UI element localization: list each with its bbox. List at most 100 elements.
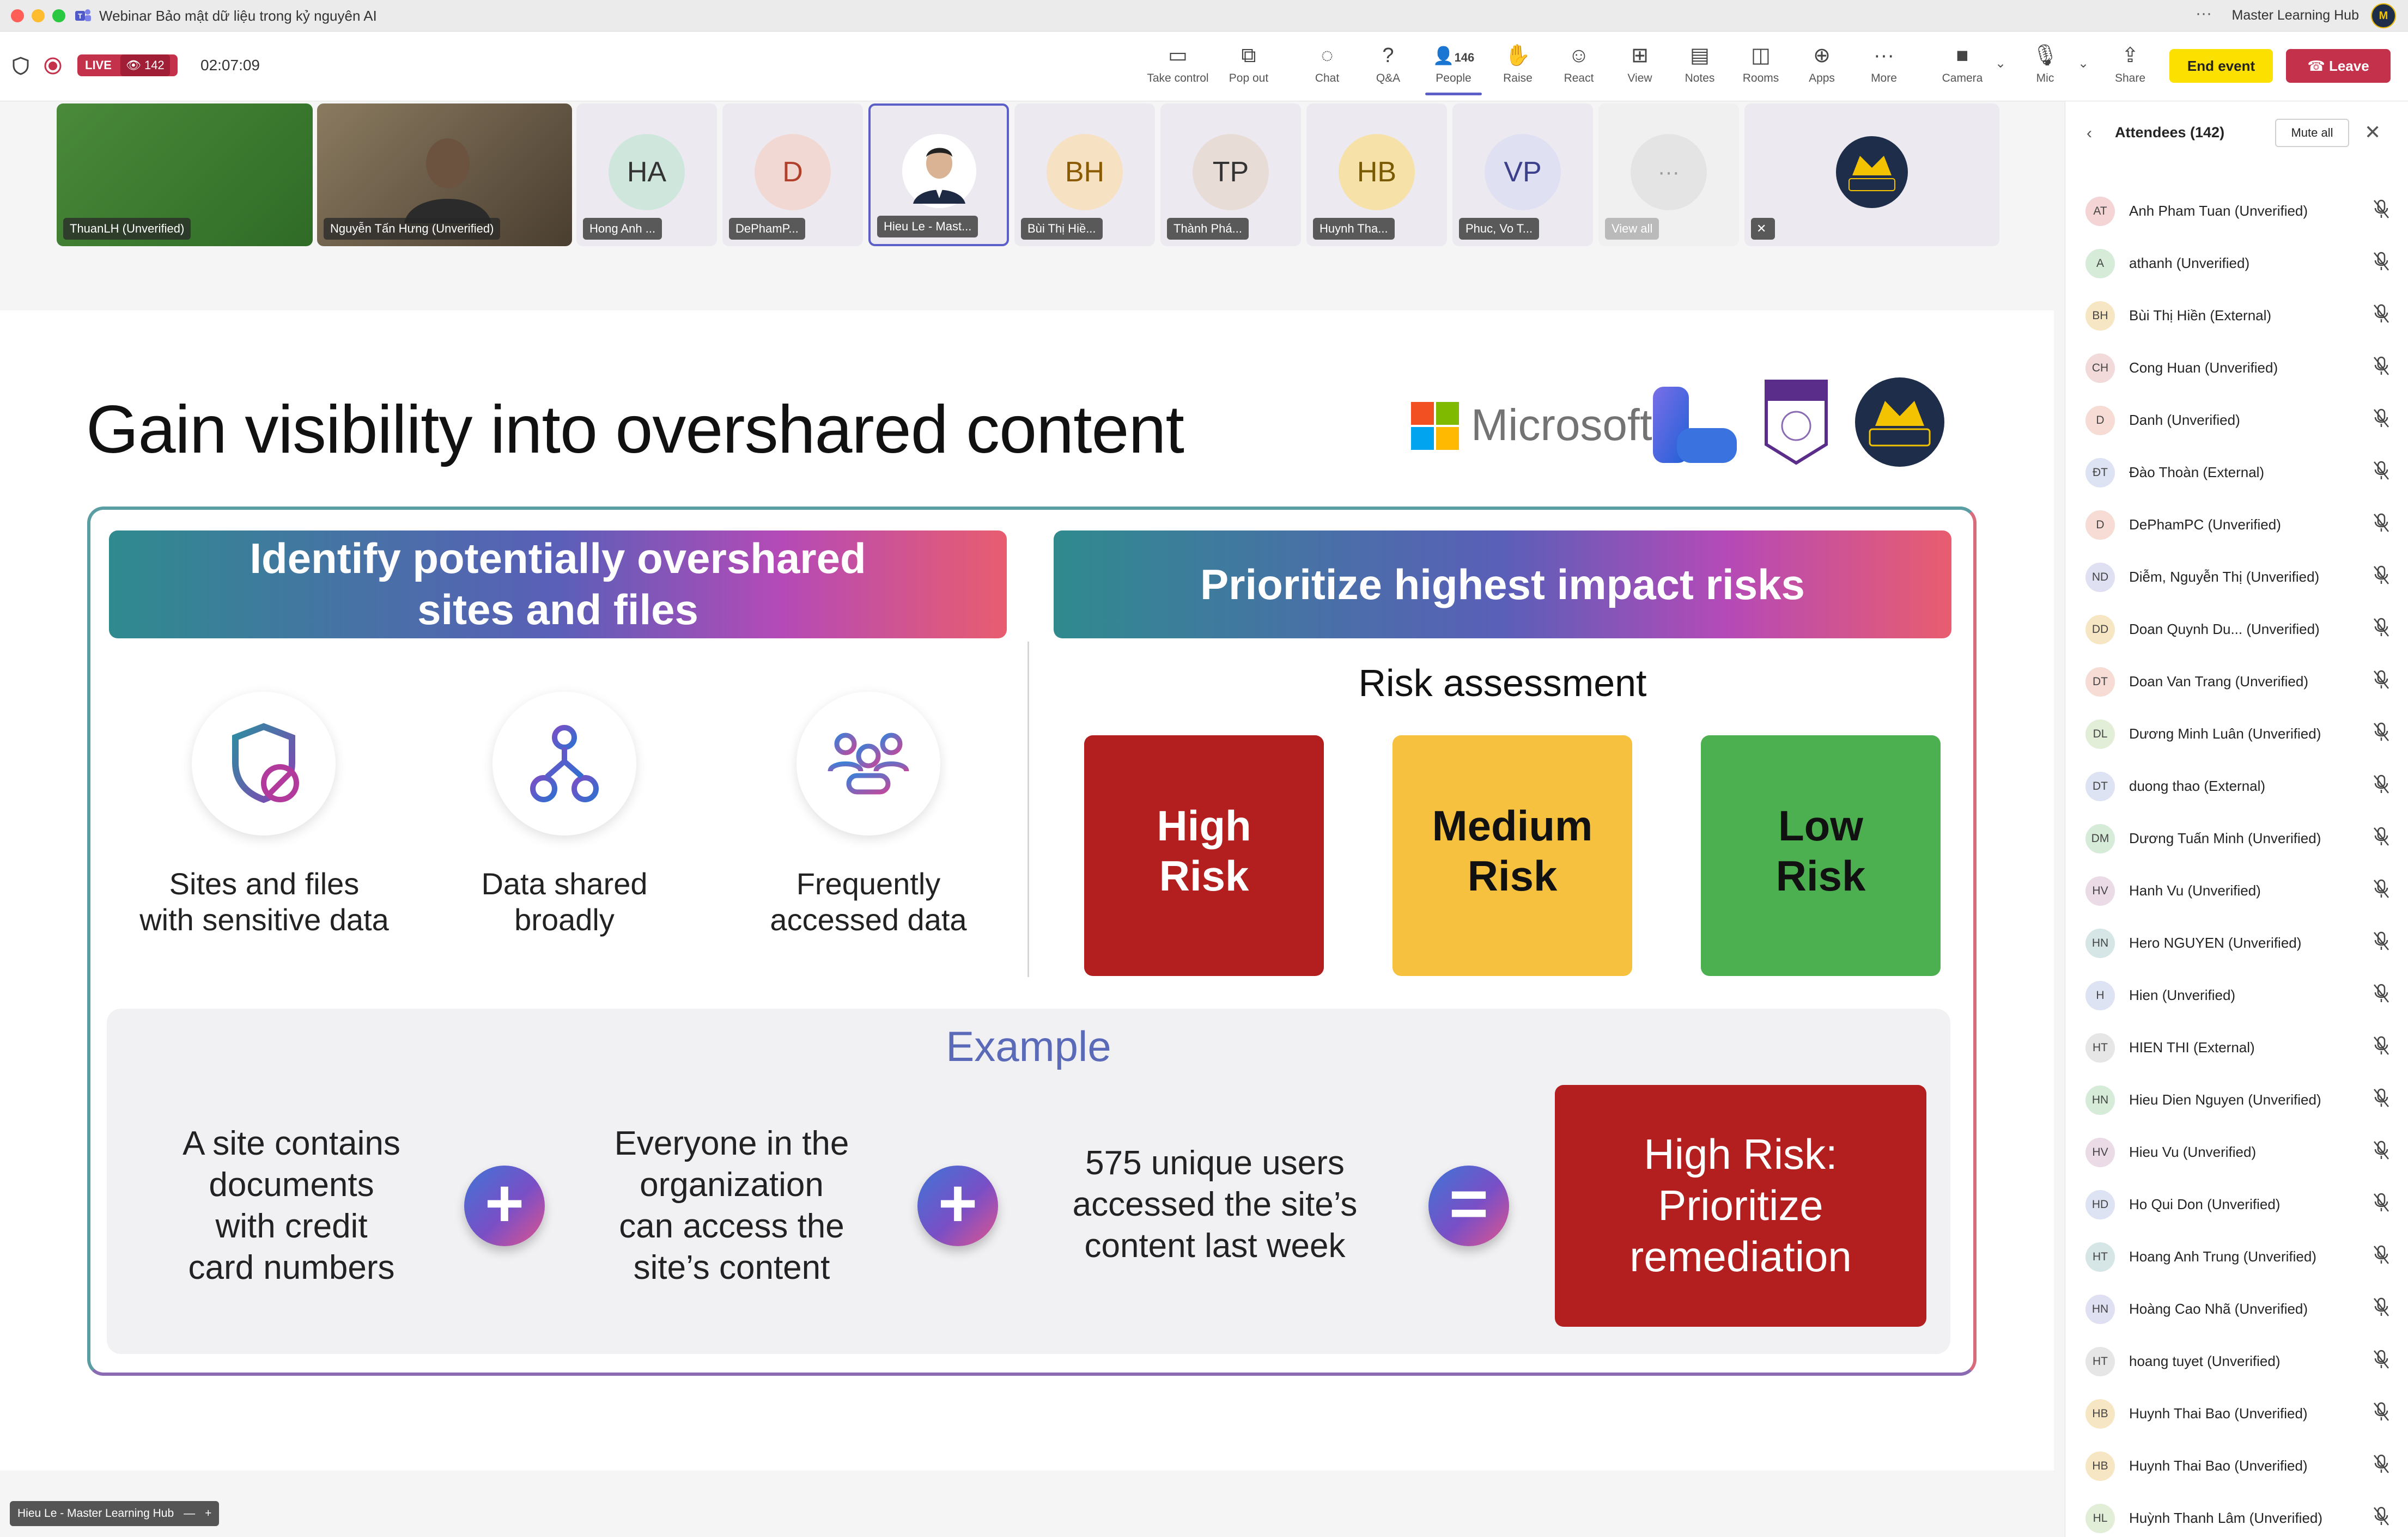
mic-off-icon[interactable] (2372, 1244, 2391, 1266)
close-window-button[interactable] (11, 9, 24, 22)
attendee-row[interactable]: HN Hero NGUYEN (Unverified) (2085, 927, 2391, 960)
attendee-avatar: BH (2085, 301, 2115, 331)
maximize-window-button[interactable] (52, 9, 65, 22)
attendee-row[interactable]: DM Dương Tuấn Minh (Unverified) (2085, 822, 2391, 855)
view-all-tile[interactable]: ··· View all (1598, 103, 1739, 246)
close-panel-icon[interactable]: ✕ (2364, 121, 2381, 144)
attendee-row[interactable]: H Hien (Unverified) (2085, 979, 2391, 1012)
pop-out-button[interactable]: ⧉ Pop out (1216, 42, 1281, 85)
attendee-row[interactable]: ND Diễm, Nguyễn Thị (Unverified) (2085, 561, 2391, 594)
attendees-title: Attendees (142) (2115, 124, 2225, 141)
attendee-row[interactable]: HN Hoàng Cao Nhã (Unverified) (2085, 1293, 2391, 1326)
attendee-row[interactable]: D DePhamPC (Unverified) (2085, 509, 2391, 541)
mic-off-icon[interactable] (2372, 773, 2391, 795)
participant-tile[interactable]: D DePhamP... (722, 103, 863, 246)
mic-off-icon[interactable] (2372, 669, 2391, 691)
mic-off-icon[interactable] (2372, 1035, 2391, 1057)
participant-tile[interactable]: TP Thành Phá... (1160, 103, 1301, 246)
mic-button[interactable]: 🎙 Mic (2012, 42, 2078, 85)
mute-all-button[interactable]: Mute all (2275, 119, 2349, 147)
plus-operator: + (464, 1166, 545, 1246)
attendee-row[interactable]: HB Huynh Thai Bao (Unverified) (2085, 1398, 2391, 1430)
mic-off-icon[interactable] (2372, 1192, 2391, 1213)
qa-button[interactable]: ? Q&A (1355, 42, 1421, 85)
attendee-row[interactable]: AT Anh Pham Tuan (Unverified) (2085, 195, 2391, 228)
presenter-label[interactable]: Hieu Le - Master Learning Hub — + (10, 1501, 220, 1526)
mic-off-icon[interactable] (2372, 1296, 2391, 1318)
minimize-icon[interactable]: — (184, 1501, 195, 1526)
mic-off-icon[interactable] (2372, 355, 2391, 377)
mic-off-icon[interactable] (2372, 1087, 2391, 1109)
attendee-row[interactable]: D Danh (Unverified) (2085, 404, 2391, 437)
attendee-row[interactable]: HB Huynh Thai Bao (Unverified) (2085, 1450, 2391, 1483)
chat-icon: ◌ (1321, 44, 1334, 67)
attendee-row[interactable]: DT Doan Van Trang (Unverified) (2085, 666, 2391, 698)
attendee-row[interactable]: HD Ho Qui Don (Unverified) (2085, 1188, 2391, 1221)
attendee-row[interactable]: HT hoang tuyet (Unverified) (2085, 1345, 2391, 1378)
attendee-row[interactable]: BH Bùi Thị Hiền (External) (2085, 300, 2391, 332)
attendee-row[interactable]: DD Doan Quynh Du... (Unverified) (2085, 613, 2391, 646)
mic-off-icon[interactable] (2372, 1453, 2391, 1475)
mic-off-icon[interactable] (2372, 460, 2391, 481)
raise-hand-button[interactable]: ✋ Raise (1485, 42, 1550, 85)
participant-tile[interactable]: BH Bùi Thị Hiề... (1014, 103, 1155, 246)
participant-tile-active-speaker[interactable]: Hieu Le - Mast... (868, 103, 1009, 246)
end-event-button[interactable]: End event (2169, 49, 2273, 83)
more-options-icon[interactable]: ··· (2196, 4, 2212, 23)
participant-tile[interactable]: HA Hong Anh ... (576, 103, 717, 246)
mic-off-icon[interactable] (2372, 198, 2391, 220)
minimize-window-button[interactable] (32, 9, 45, 22)
attendee-row[interactable]: HV Hanh Vu (Unverified) (2085, 875, 2391, 907)
leave-button[interactable]: ☎ Leave (2286, 49, 2391, 83)
take-control-button[interactable]: ▭ Take control (1145, 42, 1211, 85)
mic-off-icon: 🎙 (2032, 44, 2059, 67)
mic-off-icon[interactable] (2372, 251, 2391, 272)
attendee-row[interactable]: CH Cong Huan (Unverified) (2085, 352, 2391, 385)
attendee-row[interactable]: HT HIEN THI (External) (2085, 1032, 2391, 1064)
participant-tile[interactable]: HB Huynh Tha... (1306, 103, 1447, 246)
notes-button[interactable]: ▤ Notes (1667, 42, 1732, 85)
mic-off-icon[interactable] (2372, 564, 2391, 586)
mic-off-icon[interactable] (2372, 512, 2391, 534)
shield-icon[interactable] (12, 57, 29, 75)
participant-tile[interactable]: VP Phuc, Vo T... (1452, 103, 1593, 246)
attendee-row[interactable]: HL Huỳnh Thanh Lâm (Unverified) (2085, 1502, 2391, 1535)
people-button[interactable]: 👤146 People (1421, 42, 1486, 85)
account-avatar[interactable]: M (2371, 3, 2396, 28)
mic-off-icon[interactable] (2372, 878, 2391, 900)
attendee-row[interactable]: HN Hieu Dien Nguyen (Unverified) (2085, 1084, 2391, 1117)
mic-off-icon[interactable] (2372, 930, 2391, 952)
mic-off-icon[interactable] (2372, 1505, 2391, 1527)
camera-options-chevron-icon[interactable]: ⌄ (1995, 56, 2006, 71)
view-button[interactable]: ⊞ View (1607, 42, 1673, 85)
share-button[interactable]: ⇪ Share (2097, 42, 2163, 85)
mic-off-icon[interactable] (2372, 1349, 2391, 1370)
attendee-row[interactable]: DT duong thao (External) (2085, 770, 2391, 803)
attendee-row[interactable]: HT Hoang Anh Trung (Unverified) (2085, 1241, 2391, 1273)
mic-options-chevron-icon[interactable]: ⌄ (2078, 56, 2089, 71)
react-button[interactable]: ☺ React (1546, 42, 1612, 85)
apps-button[interactable]: ⊕ Apps (1789, 42, 1854, 85)
mic-off-icon[interactable] (2372, 303, 2391, 325)
participant-tile[interactable]: ThuanLH (Unverified) (57, 103, 313, 246)
mic-off-icon[interactable] (2372, 407, 2391, 429)
attendee-row[interactable]: DL Dương Minh Luân (Unverified) (2085, 718, 2391, 751)
chat-button[interactable]: ◌ Chat (1294, 42, 1360, 85)
mic-off-icon[interactable] (2372, 826, 2391, 847)
more-button[interactable]: ··· More (1851, 42, 1917, 85)
attendee-row[interactable]: ĐT Đào Thoàn (External) (2085, 456, 2391, 489)
rooms-button[interactable]: ◫ Rooms (1728, 42, 1793, 85)
view-all-button[interactable]: View all (1605, 218, 1659, 240)
mic-off-icon[interactable] (2372, 617, 2391, 638)
mic-off-icon[interactable] (2372, 1401, 2391, 1423)
mic-off-icon[interactable] (2372, 721, 2391, 743)
attendee-row[interactable]: HV Hieu Vu (Unverified) (2085, 1136, 2391, 1169)
participant-tile[interactable]: Nguyễn Tấn Hưng (Unverified) (317, 103, 572, 246)
mic-off-icon[interactable] (2372, 983, 2391, 1004)
back-chevron-icon[interactable]: ‹ (2087, 124, 2092, 143)
mic-off-icon[interactable] (2372, 1139, 2391, 1161)
camera-button[interactable]: ■ Camera (1930, 42, 1995, 85)
participant-tile-logo[interactable]: ✕ (1744, 103, 1999, 246)
attendee-row[interactable]: Aathanh (Unverified) (2085, 247, 2391, 280)
add-icon[interactable]: + (205, 1501, 211, 1526)
